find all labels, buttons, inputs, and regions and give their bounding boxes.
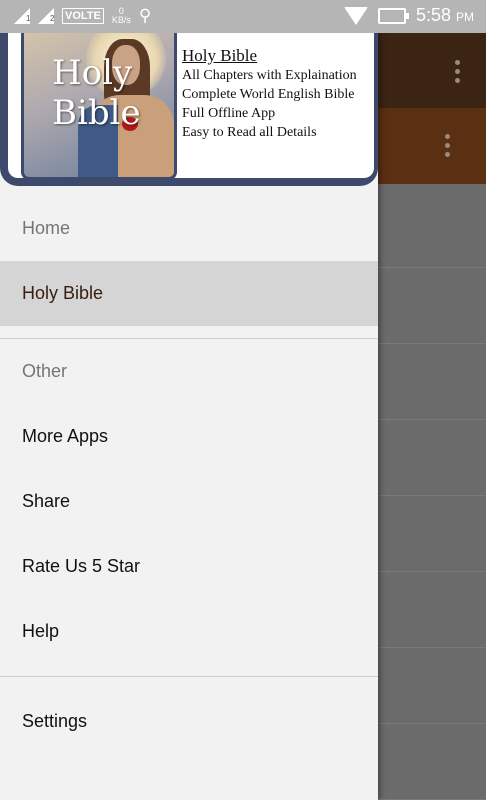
header-line: Easy to Read all Details — [182, 125, 317, 140]
clock: 5:58 PM — [416, 5, 474, 26]
menu-item-share[interactable]: Share — [0, 469, 378, 534]
drawer-menu: Home Holy Bible Other More Apps Share Ra… — [0, 196, 378, 754]
overflow-menu-icon-secondary[interactable] — [443, 134, 451, 157]
header-title: Holy Bible — [182, 46, 258, 65]
clock-time: 5:58 — [415, 5, 451, 25]
header-line: Complete World English Bible — [182, 87, 355, 102]
volte-badge: VOLTE — [62, 8, 104, 24]
menu-item-more-apps[interactable]: More Apps — [0, 404, 378, 469]
status-bar: 1 2 VOLTE 0 KB/s ⚲ 5:58 PM — [0, 0, 486, 33]
header-line: All Chapters with Explaination — [182, 68, 357, 83]
usb-icon: ⚲ — [138, 6, 152, 25]
battery-charging-icon — [377, 7, 409, 24]
signal-sim2-icon: 2 — [38, 8, 54, 24]
menu-item-rate-us[interactable]: Rate Us 5 Star — [0, 534, 378, 599]
overflow-menu-icon[interactable] — [453, 60, 461, 83]
app-logo-image: Holy Bible — [21, 14, 177, 180]
navigation-drawer: Holy Bible Holy Bible All Chapters with … — [0, 0, 378, 800]
menu-item-holy-bible[interactable]: Holy Bible — [0, 261, 378, 326]
header-description: Holy Bible All Chapters with Explainatio… — [182, 46, 357, 142]
wifi-icon — [343, 6, 368, 25]
network-speed: 0 KB/s — [112, 7, 131, 25]
logo-title: Holy Bible — [52, 53, 141, 133]
signal-sim1-icon: 1 — [14, 8, 30, 24]
divider — [0, 676, 378, 677]
menu-item-help[interactable]: Help — [0, 599, 378, 664]
menu-item-settings[interactable]: Settings — [0, 689, 378, 754]
header-line: Full Offline App — [182, 106, 276, 121]
speed-unit: KB/s — [111, 15, 131, 25]
clock-ampm: PM — [456, 10, 474, 24]
section-label-home: Home — [22, 218, 71, 238]
section-label-other: Other — [22, 361, 68, 381]
